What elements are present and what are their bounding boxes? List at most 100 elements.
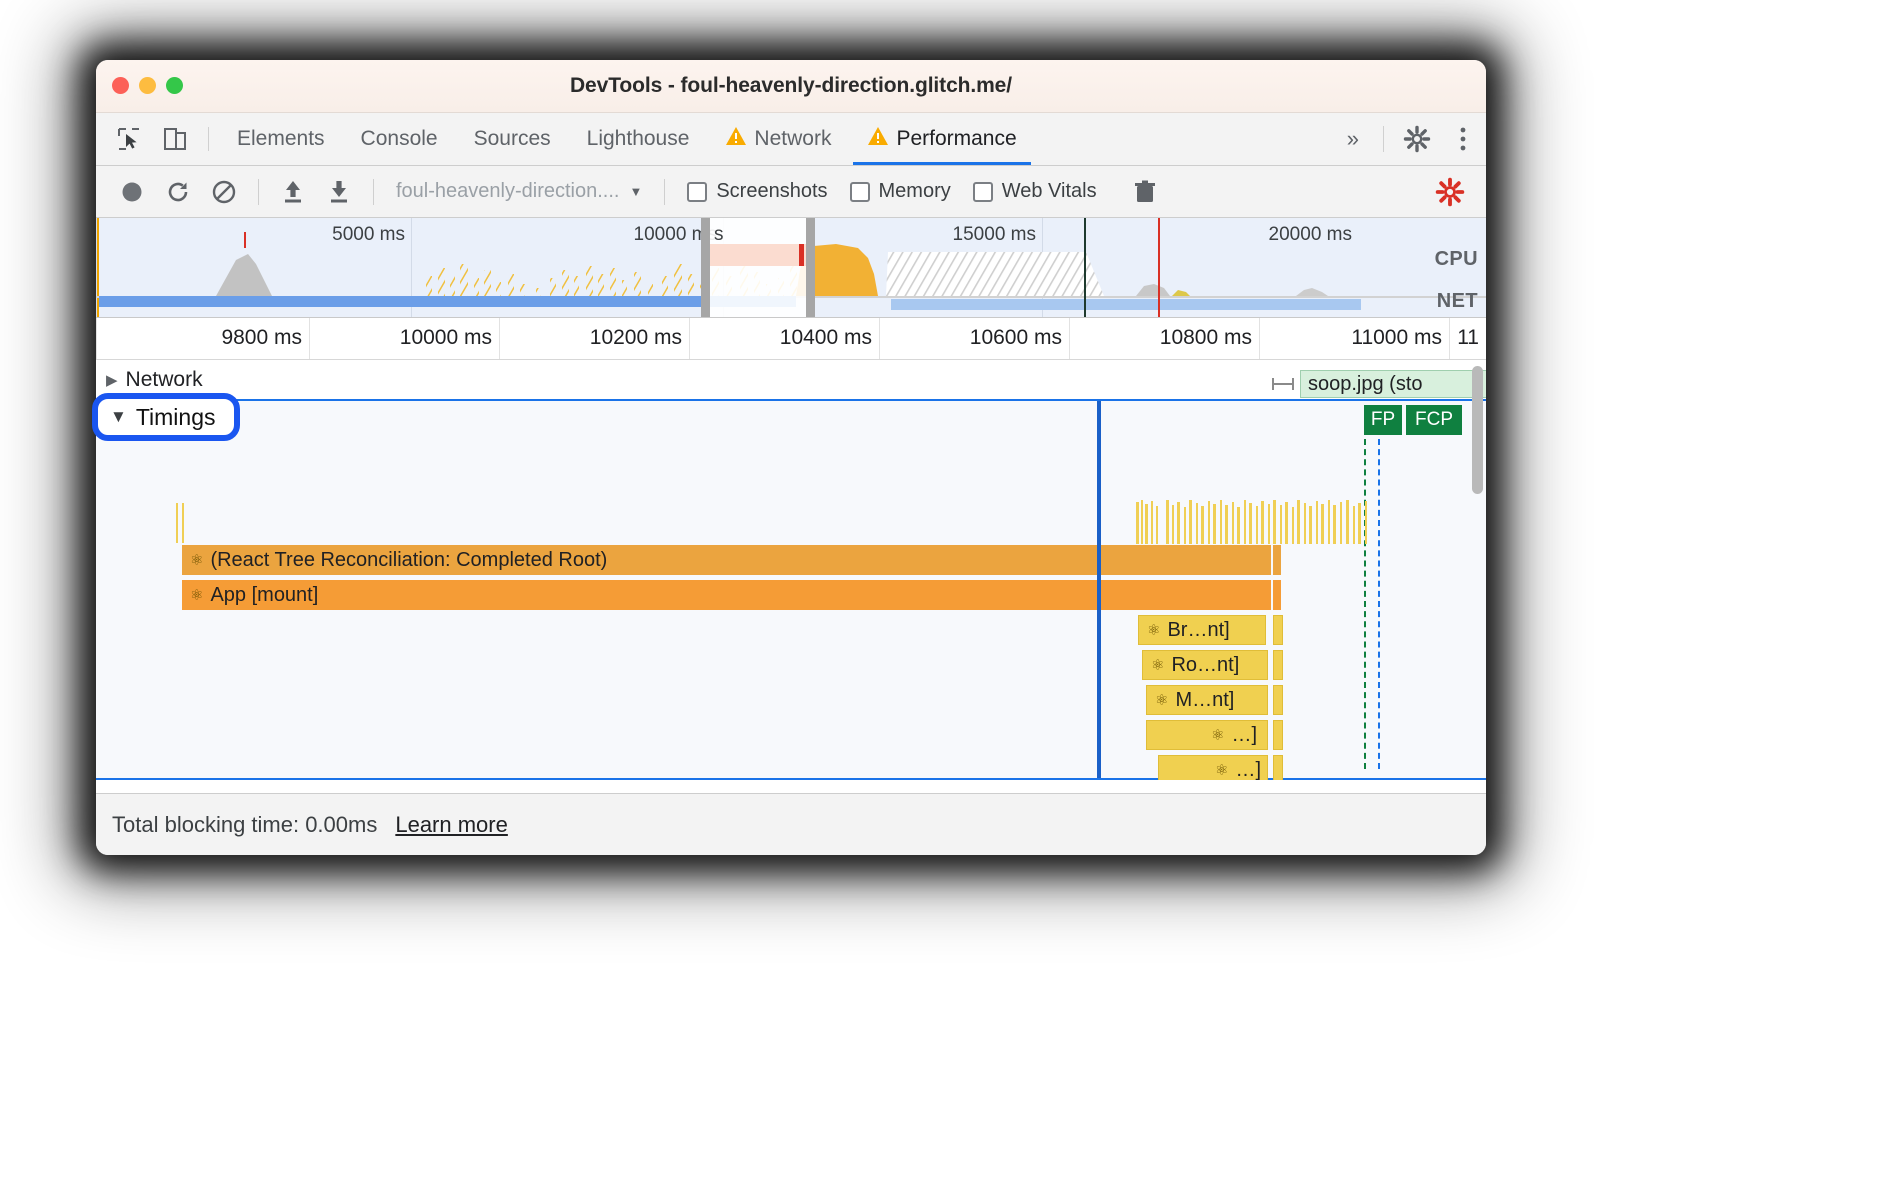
flame-bar[interactable]	[1273, 685, 1283, 715]
flame-bar-label: Ro…nt]	[1171, 653, 1240, 676]
tabbar-right-controls: »	[1333, 113, 1486, 165]
load-profile-button[interactable]	[271, 172, 315, 212]
flame-bar[interactable]	[1273, 720, 1283, 750]
toolbar-divider-1	[258, 178, 259, 205]
fcp-marker-chip[interactable]: FCP	[1406, 405, 1462, 435]
kebab-menu-icon[interactable]	[1440, 126, 1486, 152]
tabbar-right-divider	[1383, 126, 1384, 152]
close-window-button[interactable]	[112, 77, 129, 94]
flame-bar-label: (React Tree Reconciliation: Completed Ro…	[210, 548, 608, 571]
memory-checkbox[interactable]: Memory	[840, 180, 961, 203]
flame-bar[interactable]: ⚛ App [mount]	[182, 580, 1271, 610]
flame-bar[interactable]: ⚛ (React Tree Reconciliation: Completed …	[182, 545, 1271, 575]
overview-net-bar	[891, 299, 1361, 310]
flame-bar[interactable]: ⚛ M…nt]	[1146, 685, 1268, 715]
network-request-label: soop.jpg (sto	[1308, 372, 1423, 395]
ruler-tick-label: 9800 ms	[221, 326, 302, 349]
timings-group-header[interactable]: ▼ Timings	[96, 401, 1486, 440]
flame-bar[interactable]	[1273, 545, 1281, 575]
capture-settings-gear-icon[interactable]	[1428, 172, 1472, 212]
tab-lighthouse[interactable]: Lighthouse	[569, 113, 708, 165]
flame-bar[interactable]: ⚛ …]	[1146, 720, 1268, 750]
minimize-window-button[interactable]	[139, 77, 156, 94]
overview-window-right-handle[interactable]	[806, 218, 815, 317]
record-button[interactable]	[110, 172, 154, 212]
flame-bar[interactable]	[1273, 615, 1283, 645]
flame-bar-label: …]	[1235, 758, 1262, 781]
collect-garbage-button[interactable]	[1123, 172, 1167, 212]
devtools-tab-bar: Elements Console Sources Lighthouse Netw…	[96, 113, 1486, 166]
fp-marker-label: FP	[1370, 409, 1396, 430]
ruler-tick: 10000 ms	[309, 318, 499, 359]
tab-performance-label: Performance	[896, 127, 1017, 150]
network-request-chip[interactable]: soop.jpg (sto	[1300, 370, 1486, 398]
tab-network-label: Network	[754, 127, 832, 150]
save-profile-button[interactable]	[317, 172, 361, 212]
gear-icon[interactable]	[1394, 125, 1440, 153]
web-vitals-checkbox[interactable]: Web Vitals	[963, 180, 1107, 203]
learn-more-link[interactable]: Learn more	[395, 812, 508, 838]
tab-performance[interactable]: Performance	[849, 113, 1034, 165]
ruler-tick: 10600 ms	[879, 318, 1069, 359]
tab-sources[interactable]: Sources	[456, 113, 569, 165]
flame-bar[interactable]	[1273, 755, 1283, 780]
timeline-overview[interactable]: 5000 ms 10000 ms 15000 ms 20000 ms s CPU…	[96, 218, 1486, 318]
inspect-element-icon[interactable]	[106, 113, 152, 165]
tracks-scrollbar[interactable]	[1470, 360, 1484, 780]
annotation-label: Timings	[135, 403, 216, 430]
screenshots-checkbox-box[interactable]	[687, 181, 708, 202]
flame-bar-label: …]	[1231, 723, 1258, 746]
timing-tick	[182, 503, 184, 543]
tab-elements-label: Elements	[237, 127, 325, 150]
reload-and-record-button[interactable]	[156, 172, 200, 212]
ruler-tick-label: 10400 ms	[779, 326, 872, 349]
timeline-ruler: 9800 ms 10000 ms 10200 ms 10400 ms 10600…	[96, 318, 1486, 360]
device-toolbar-icon[interactable]	[152, 113, 198, 165]
react-icon: ⚛	[1151, 657, 1165, 674]
toolbar-divider-2	[373, 178, 374, 205]
flame-bar[interactable]: ⚛ Ro…nt]	[1142, 650, 1268, 680]
tab-console[interactable]: Console	[343, 113, 456, 165]
network-group-label: Network	[125, 367, 203, 391]
fp-marker-line	[1364, 439, 1366, 769]
annotation-triangle-icon: ▼	[110, 407, 127, 426]
recording-select[interactable]: foul-heavenly-direction.... ▼	[386, 180, 652, 203]
ruler-tick-label: 11000 ms	[1351, 326, 1442, 349]
timing-tick	[176, 503, 178, 543]
ruler-tick: 11000 ms	[1259, 318, 1449, 359]
flame-bar[interactable]	[1273, 580, 1281, 610]
react-icon: ⚛	[1147, 622, 1161, 639]
overview-selection-marker	[799, 244, 804, 266]
zoom-window-button[interactable]	[166, 77, 183, 94]
toolbar-divider-3	[664, 178, 666, 205]
tabbar-divider	[208, 127, 209, 151]
flame-bar[interactable]: ⚛ Br…nt]	[1138, 615, 1266, 645]
screenshots-checkbox[interactable]: Screenshots	[677, 180, 837, 203]
more-tabs-button[interactable]: »	[1333, 126, 1373, 152]
flame-bar[interactable]: ⚛ …]	[1158, 755, 1268, 780]
performance-footer: Total blocking time: 0.00ms Learn more	[96, 793, 1486, 855]
clear-button[interactable]	[202, 172, 246, 212]
flame-chart-tracks[interactable]: ▶ Network soop.jpg (sto ▼ Timings FP FCP	[96, 360, 1486, 780]
memory-checkbox-box[interactable]	[849, 181, 870, 202]
fp-marker-chip[interactable]: FP	[1364, 405, 1402, 435]
tab-elements[interactable]: Elements	[219, 113, 343, 165]
memory-checkbox-label: Memory	[878, 180, 951, 202]
ruler-tick: 9800 ms	[96, 318, 309, 359]
tracks-scrollbar-thumb[interactable]	[1472, 366, 1483, 494]
overview-window-left-handle[interactable]	[701, 218, 710, 317]
tab-network[interactable]: Network	[707, 113, 849, 165]
timings-group[interactable]: ▼ Timings FP FCP	[96, 399, 1486, 780]
react-icon: ⚛	[190, 587, 204, 604]
fcp-marker-label: FCP	[1415, 409, 1453, 430]
timing-tick-cluster	[1136, 500, 1372, 544]
react-icon: ⚛	[1215, 762, 1229, 779]
network-group-header[interactable]: ▶ Network	[96, 360, 1486, 399]
overview-selection-label: s	[714, 224, 724, 245]
network-request-whisker	[1272, 378, 1294, 390]
expand-collapse-triangle-icon[interactable]: ▶	[106, 371, 118, 389]
flame-bar[interactable]	[1273, 650, 1283, 680]
overview-load-marker	[1158, 218, 1160, 317]
devtools-window: DevTools - foul-heavenly-direction.glitc…	[96, 60, 1486, 855]
web-vitals-checkbox-box[interactable]	[972, 181, 993, 202]
